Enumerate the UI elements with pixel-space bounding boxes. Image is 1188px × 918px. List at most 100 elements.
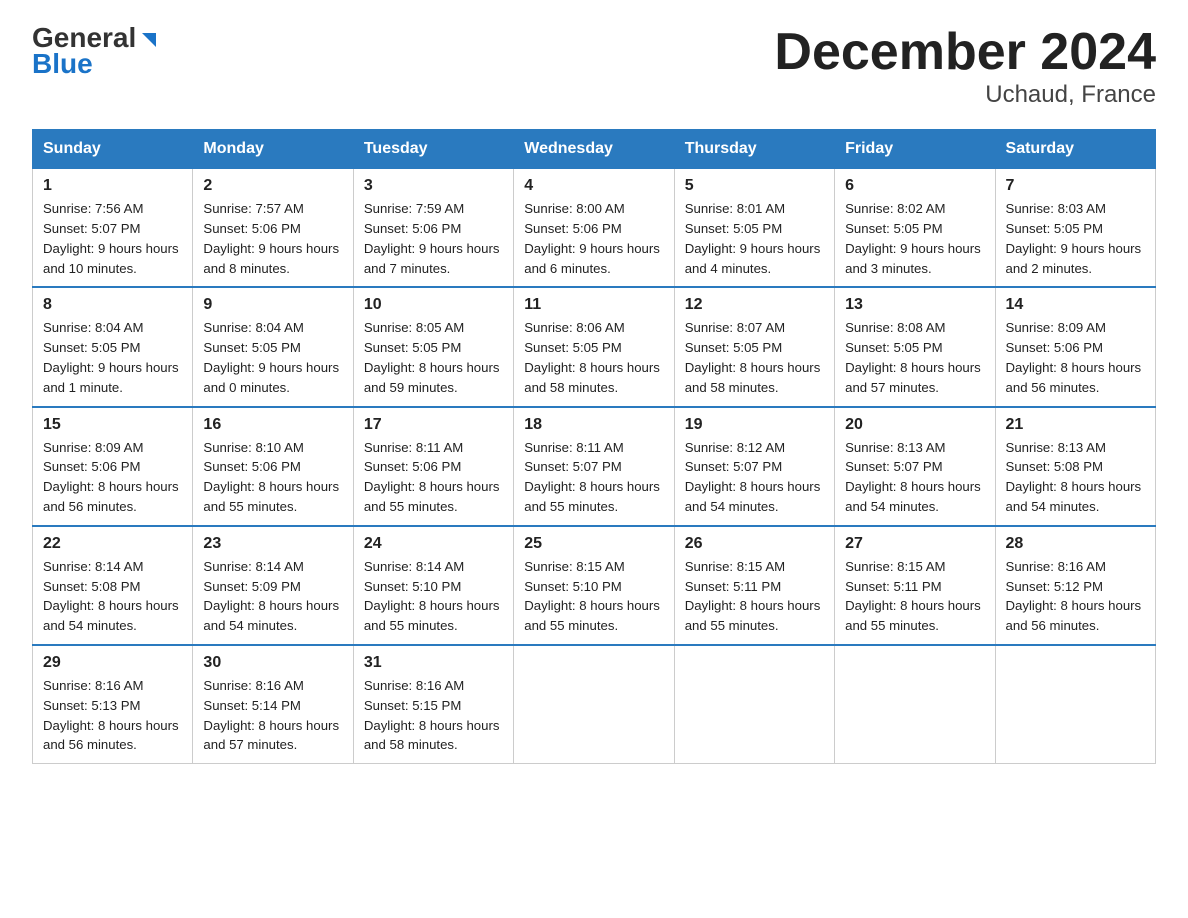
day-info: Sunrise: 8:02 AM Sunset: 5:05 PM Dayligh… [845, 199, 984, 278]
day-cell: 23 Sunrise: 8:14 AM Sunset: 5:09 PM Dayl… [193, 526, 353, 645]
calendar-title: December 2024 [774, 24, 1156, 81]
day-cell: 30 Sunrise: 8:16 AM Sunset: 5:14 PM Dayl… [193, 645, 353, 764]
day-number: 30 [203, 654, 342, 672]
week-row-5: 29 Sunrise: 8:16 AM Sunset: 5:13 PM Dayl… [33, 645, 1156, 764]
day-cell: 24 Sunrise: 8:14 AM Sunset: 5:10 PM Dayl… [353, 526, 513, 645]
day-number: 18 [524, 416, 663, 434]
day-cell: 12 Sunrise: 8:07 AM Sunset: 5:05 PM Dayl… [674, 287, 834, 406]
week-row-1: 1 Sunrise: 7:56 AM Sunset: 5:07 PM Dayli… [33, 169, 1156, 288]
day-cell: 11 Sunrise: 8:06 AM Sunset: 5:05 PM Dayl… [514, 287, 674, 406]
col-thursday: Thursday [674, 130, 834, 169]
day-number: 23 [203, 535, 342, 553]
calendar-body: 1 Sunrise: 7:56 AM Sunset: 5:07 PM Dayli… [33, 169, 1156, 764]
day-cell: 27 Sunrise: 8:15 AM Sunset: 5:11 PM Dayl… [835, 526, 995, 645]
day-info: Sunrise: 8:15 AM Sunset: 5:10 PM Dayligh… [524, 557, 663, 636]
day-info: Sunrise: 8:14 AM Sunset: 5:10 PM Dayligh… [364, 557, 503, 636]
day-number: 4 [524, 177, 663, 195]
day-number: 21 [1006, 416, 1145, 434]
day-info: Sunrise: 8:01 AM Sunset: 5:05 PM Dayligh… [685, 199, 824, 278]
day-number: 29 [43, 654, 182, 672]
logo: General Blue [32, 24, 156, 80]
calendar-subtitle: Uchaud, France [774, 81, 1156, 109]
day-number: 20 [845, 416, 984, 434]
day-number: 27 [845, 535, 984, 553]
day-number: 13 [845, 296, 984, 314]
day-info: Sunrise: 8:03 AM Sunset: 5:05 PM Dayligh… [1006, 199, 1145, 278]
day-number: 9 [203, 296, 342, 314]
col-monday: Monday [193, 130, 353, 169]
col-friday: Friday [835, 130, 995, 169]
day-info: Sunrise: 8:16 AM Sunset: 5:12 PM Dayligh… [1006, 557, 1145, 636]
calendar-header: Sunday Monday Tuesday Wednesday Thursday… [33, 130, 1156, 169]
day-info: Sunrise: 8:04 AM Sunset: 5:05 PM Dayligh… [203, 318, 342, 397]
day-cell: 26 Sunrise: 8:15 AM Sunset: 5:11 PM Dayl… [674, 526, 834, 645]
day-cell: 7 Sunrise: 8:03 AM Sunset: 5:05 PM Dayli… [995, 169, 1155, 288]
day-info: Sunrise: 8:15 AM Sunset: 5:11 PM Dayligh… [845, 557, 984, 636]
day-cell: 6 Sunrise: 8:02 AM Sunset: 5:05 PM Dayli… [835, 169, 995, 288]
day-cell: 1 Sunrise: 7:56 AM Sunset: 5:07 PM Dayli… [33, 169, 193, 288]
day-info: Sunrise: 8:16 AM Sunset: 5:13 PM Dayligh… [43, 676, 182, 755]
day-cell: 21 Sunrise: 8:13 AM Sunset: 5:08 PM Dayl… [995, 407, 1155, 526]
day-cell: 20 Sunrise: 8:13 AM Sunset: 5:07 PM Dayl… [835, 407, 995, 526]
day-cell: 2 Sunrise: 7:57 AM Sunset: 5:06 PM Dayli… [193, 169, 353, 288]
day-info: Sunrise: 8:14 AM Sunset: 5:08 PM Dayligh… [43, 557, 182, 636]
day-cell: 8 Sunrise: 8:04 AM Sunset: 5:05 PM Dayli… [33, 287, 193, 406]
day-number: 2 [203, 177, 342, 195]
day-number: 8 [43, 296, 182, 314]
day-number: 17 [364, 416, 503, 434]
day-info: Sunrise: 8:12 AM Sunset: 5:07 PM Dayligh… [685, 438, 824, 517]
day-cell: 16 Sunrise: 8:10 AM Sunset: 5:06 PM Dayl… [193, 407, 353, 526]
day-cell: 9 Sunrise: 8:04 AM Sunset: 5:05 PM Dayli… [193, 287, 353, 406]
day-number: 25 [524, 535, 663, 553]
day-cell [995, 645, 1155, 764]
day-number: 31 [364, 654, 503, 672]
day-number: 10 [364, 296, 503, 314]
day-info: Sunrise: 8:00 AM Sunset: 5:06 PM Dayligh… [524, 199, 663, 278]
day-info: Sunrise: 8:15 AM Sunset: 5:11 PM Dayligh… [685, 557, 824, 636]
day-cell: 29 Sunrise: 8:16 AM Sunset: 5:13 PM Dayl… [33, 645, 193, 764]
day-cell: 15 Sunrise: 8:09 AM Sunset: 5:06 PM Dayl… [33, 407, 193, 526]
day-number: 26 [685, 535, 824, 553]
day-number: 3 [364, 177, 503, 195]
day-number: 14 [1006, 296, 1145, 314]
day-info: Sunrise: 8:13 AM Sunset: 5:07 PM Dayligh… [845, 438, 984, 517]
week-row-4: 22 Sunrise: 8:14 AM Sunset: 5:08 PM Dayl… [33, 526, 1156, 645]
day-info: Sunrise: 8:14 AM Sunset: 5:09 PM Dayligh… [203, 557, 342, 636]
day-cell: 25 Sunrise: 8:15 AM Sunset: 5:10 PM Dayl… [514, 526, 674, 645]
col-sunday: Sunday [33, 130, 193, 169]
day-number: 28 [1006, 535, 1145, 553]
title-block: December 2024 Uchaud, France [774, 24, 1156, 109]
day-cell: 4 Sunrise: 8:00 AM Sunset: 5:06 PM Dayli… [514, 169, 674, 288]
col-saturday: Saturday [995, 130, 1155, 169]
logo-blue: Blue [32, 48, 93, 80]
day-info: Sunrise: 8:10 AM Sunset: 5:06 PM Dayligh… [203, 438, 342, 517]
day-cell: 5 Sunrise: 8:01 AM Sunset: 5:05 PM Dayli… [674, 169, 834, 288]
day-number: 24 [364, 535, 503, 553]
day-info: Sunrise: 8:16 AM Sunset: 5:15 PM Dayligh… [364, 676, 503, 755]
day-number: 7 [1006, 177, 1145, 195]
day-cell [835, 645, 995, 764]
day-cell: 28 Sunrise: 8:16 AM Sunset: 5:12 PM Dayl… [995, 526, 1155, 645]
day-number: 11 [524, 296, 663, 314]
day-info: Sunrise: 8:07 AM Sunset: 5:05 PM Dayligh… [685, 318, 824, 397]
week-row-2: 8 Sunrise: 8:04 AM Sunset: 5:05 PM Dayli… [33, 287, 1156, 406]
day-number: 22 [43, 535, 182, 553]
day-cell: 18 Sunrise: 8:11 AM Sunset: 5:07 PM Dayl… [514, 407, 674, 526]
col-wednesday: Wednesday [514, 130, 674, 169]
day-number: 16 [203, 416, 342, 434]
day-cell [514, 645, 674, 764]
day-info: Sunrise: 8:06 AM Sunset: 5:05 PM Dayligh… [524, 318, 663, 397]
day-number: 1 [43, 177, 182, 195]
day-info: Sunrise: 8:09 AM Sunset: 5:06 PM Dayligh… [43, 438, 182, 517]
day-cell: 3 Sunrise: 7:59 AM Sunset: 5:06 PM Dayli… [353, 169, 513, 288]
day-info: Sunrise: 8:11 AM Sunset: 5:06 PM Dayligh… [364, 438, 503, 517]
day-info: Sunrise: 8:16 AM Sunset: 5:14 PM Dayligh… [203, 676, 342, 755]
day-info: Sunrise: 8:08 AM Sunset: 5:05 PM Dayligh… [845, 318, 984, 397]
page-header: General Blue December 2024 Uchaud, Franc… [32, 24, 1156, 109]
day-info: Sunrise: 7:57 AM Sunset: 5:06 PM Dayligh… [203, 199, 342, 278]
col-tuesday: Tuesday [353, 130, 513, 169]
day-cell: 10 Sunrise: 8:05 AM Sunset: 5:05 PM Dayl… [353, 287, 513, 406]
day-info: Sunrise: 8:04 AM Sunset: 5:05 PM Dayligh… [43, 318, 182, 397]
week-row-3: 15 Sunrise: 8:09 AM Sunset: 5:06 PM Dayl… [33, 407, 1156, 526]
calendar-table: Sunday Monday Tuesday Wednesday Thursday… [32, 129, 1156, 764]
